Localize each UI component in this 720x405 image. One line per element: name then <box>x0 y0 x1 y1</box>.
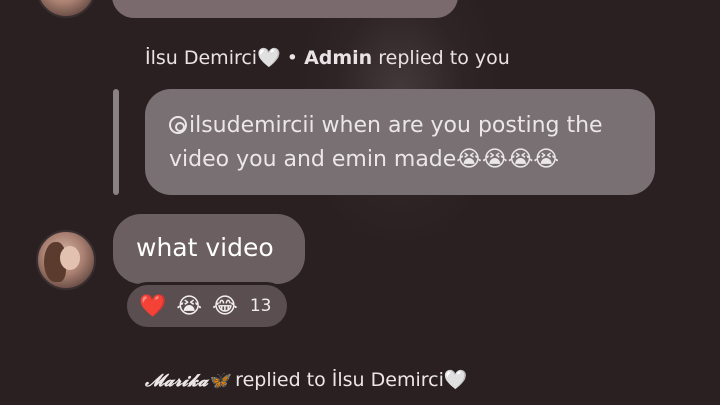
message-text: what video <box>136 233 274 262</box>
crying-face-icon: 😭 <box>176 293 203 319</box>
reply-action-text: replied to you <box>378 47 510 69</box>
separator-dot: • <box>286 47 299 69</box>
avatar-top[interactable] <box>36 0 96 18</box>
quoted-message-text: ilsudemircii when are you posting the vi… <box>169 113 603 172</box>
avatar[interactable] <box>36 230 96 290</box>
next-reply-sender-name: 𝓜𝓪𝓻𝓲𝓴𝓪🦋 <box>145 371 230 391</box>
quoted-message-bubble[interactable]: ilsudemircii when are you posting the vi… <box>145 89 655 195</box>
quote-bar <box>113 89 119 195</box>
message-bubble[interactable]: what video <box>113 214 305 284</box>
mention-icon <box>169 116 187 134</box>
reply-header: İlsu Demirci🤍 • Admin replied to you <box>145 46 510 69</box>
admin-label: Admin <box>304 47 373 69</box>
reactions-pill[interactable]: ❤️ 😭 😂 13 <box>124 282 290 330</box>
avatar-face <box>60 246 80 270</box>
reply-sender-name: İlsu Demirci🤍 <box>145 47 281 69</box>
next-reply-header: 𝓜𝓪𝓻𝓲𝓴𝓪🦋 replied to İlsu Demirci🤍 <box>145 368 468 391</box>
next-reply-action-text: replied to İlsu Demirci🤍 <box>235 369 468 391</box>
heart-icon: ❤️ <box>139 293 167 319</box>
previous-message-bubble[interactable] <box>112 0 458 18</box>
tears-of-joy-icon: 😂 <box>212 293 238 319</box>
reaction-count: 13 <box>249 296 272 316</box>
